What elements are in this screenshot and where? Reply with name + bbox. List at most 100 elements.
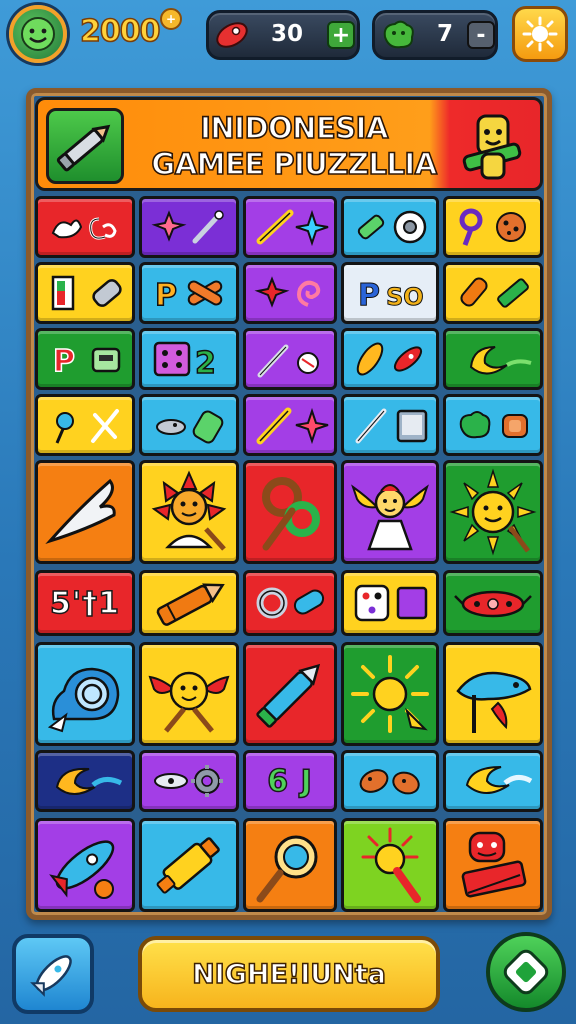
brush-sparkle-icon — [256, 209, 329, 247]
tile-r6c3[interactable] — [341, 642, 439, 746]
tile-r1c4[interactable] — [443, 262, 543, 324]
banner-logo — [46, 108, 124, 184]
pencil-icon — [56, 124, 111, 172]
letter-p-box-icon: P — [52, 343, 121, 380]
tile-r6c2[interactable] — [243, 642, 337, 746]
tile-r0c2[interactable] — [243, 196, 337, 258]
tile-r5c1[interactable] — [139, 570, 239, 636]
tile-r7c3[interactable] — [341, 750, 439, 812]
tile-r1c0[interactable] — [35, 262, 135, 324]
red-rocket-icon — [216, 22, 248, 48]
tile-r8c0[interactable] — [35, 818, 135, 912]
marker-disc-icon — [357, 210, 427, 244]
title-banner: INIDONESIA GAMEE PIUZZLLIA — [35, 97, 543, 191]
rocket-ship-icon — [49, 840, 115, 899]
red-robot-icon — [461, 831, 527, 898]
tile-r4c0[interactable] — [35, 460, 135, 564]
player-avatar[interactable] — [9, 5, 67, 63]
crescent-moon-icon — [469, 346, 532, 375]
blob-resource-value: 7 — [436, 21, 453, 47]
sun-icon — [522, 16, 558, 52]
tile-r2c0[interactable]: P — [35, 328, 135, 390]
sun-torch-icon — [361, 827, 421, 903]
tile-r6c1[interactable] — [139, 642, 239, 746]
svg-text:P: P — [53, 344, 75, 379]
settings-button[interactable] — [512, 6, 568, 62]
tile-r4c2[interactable] — [243, 460, 337, 564]
letter-p-bone-icon: P — [154, 277, 223, 314]
tile-r8c2[interactable] — [243, 818, 337, 912]
tile-r5c2[interactable] — [243, 570, 337, 636]
boost-button[interactable] — [12, 934, 94, 1014]
tile-r7c1[interactable] — [139, 750, 239, 812]
rocket-add-button[interactable]: + — [327, 21, 355, 49]
green-face-icon — [21, 17, 55, 51]
brush-star-icon — [256, 407, 329, 445]
top-hud: 2000 + 30 + 7 - — [0, 0, 576, 68]
yellow-cannon-icon — [156, 837, 220, 894]
menu-button[interactable] — [486, 932, 566, 1012]
ring-capsule-icon — [256, 587, 325, 619]
two-pebbles-icon — [359, 769, 420, 795]
tile-r3c2[interactable] — [243, 394, 337, 456]
tile-r8c1[interactable] — [139, 818, 239, 912]
die-card-icon — [354, 584, 428, 622]
tile-r1c3[interactable]: P SO — [341, 262, 439, 324]
blue-pen-icon — [256, 663, 321, 728]
tile-r5c4[interactable] — [443, 570, 543, 636]
tile-r8c4[interactable] — [443, 818, 543, 912]
bird-swirl-icon — [51, 217, 117, 240]
star-wand-icon — [151, 210, 224, 244]
pebble-canister-icon — [156, 410, 224, 444]
pen-tablet-icon — [355, 408, 428, 444]
tile-r0c0[interactable] — [35, 196, 135, 258]
tile-r0c4[interactable] — [443, 196, 543, 258]
tile-r2c1[interactable]: 2 — [139, 328, 239, 390]
letter-p-so-icon: P SO — [358, 278, 425, 314]
blob-remove-button[interactable]: - — [467, 21, 495, 49]
tile-r4c4[interactable] — [443, 460, 543, 564]
tile-label-r5c0: 5'†1 — [49, 585, 120, 622]
spiral-shell-icon — [47, 667, 120, 733]
winged-angel-icon — [351, 484, 429, 551]
loop-tongs-icon — [262, 477, 320, 551]
svg-text:P: P — [155, 278, 177, 313]
sun-face-icon — [449, 468, 537, 556]
tile-r6c4[interactable] — [443, 642, 543, 746]
coin-add-badge[interactable]: + — [160, 8, 182, 30]
tile-r7c4[interactable] — [443, 750, 543, 812]
rocket-resource-value: 30 — [270, 21, 303, 47]
crayon-icon — [156, 583, 225, 626]
tile-r1c2[interactable] — [243, 262, 337, 324]
tile-r4c3[interactable] — [341, 460, 439, 564]
crescent-wave-icon — [55, 767, 123, 795]
wand-ball-icon — [257, 344, 319, 378]
tile-r5c0[interactable]: 5'†1 — [35, 570, 135, 636]
tile-r3c1[interactable] — [139, 394, 239, 456]
tile-r3c0[interactable] — [35, 394, 135, 456]
sunburst-icon — [351, 655, 429, 733]
tile-r8c3[interactable] — [341, 818, 439, 912]
tile-r0c1[interactable] — [139, 196, 239, 258]
tile-r3c3[interactable] — [341, 394, 439, 456]
tile-r2c3[interactable] — [341, 328, 439, 390]
tile-r4c1[interactable] — [139, 460, 239, 564]
tile-r7c2[interactable]: 6 J — [243, 750, 337, 812]
tile-r1c1[interactable]: P — [139, 262, 239, 324]
rocket-icon — [30, 955, 72, 997]
game-title: INIDONESIA GAMEE PIUZZLLIA — [134, 110, 454, 182]
rocket-resource-pill: 30 + — [206, 10, 360, 60]
bottle-crayon-icon — [460, 277, 529, 308]
tile-r3c4[interactable] — [443, 394, 543, 456]
tile-r2c4[interactable] — [443, 328, 543, 390]
tile-r0c3[interactable] — [341, 196, 439, 258]
ladle-cross-icon — [55, 409, 119, 444]
winged-sun-icon — [148, 671, 230, 733]
tile-r2c2[interactable] — [243, 328, 337, 390]
flag-bottle-icon — [51, 275, 122, 311]
tile-r6c0[interactable] — [35, 642, 135, 746]
tile-r7c0[interactable] — [35, 750, 135, 812]
feather-icon — [45, 478, 116, 545]
play-button[interactable]: NIGHE!IUNta — [138, 936, 440, 1012]
tile-r5c3[interactable] — [341, 570, 439, 636]
